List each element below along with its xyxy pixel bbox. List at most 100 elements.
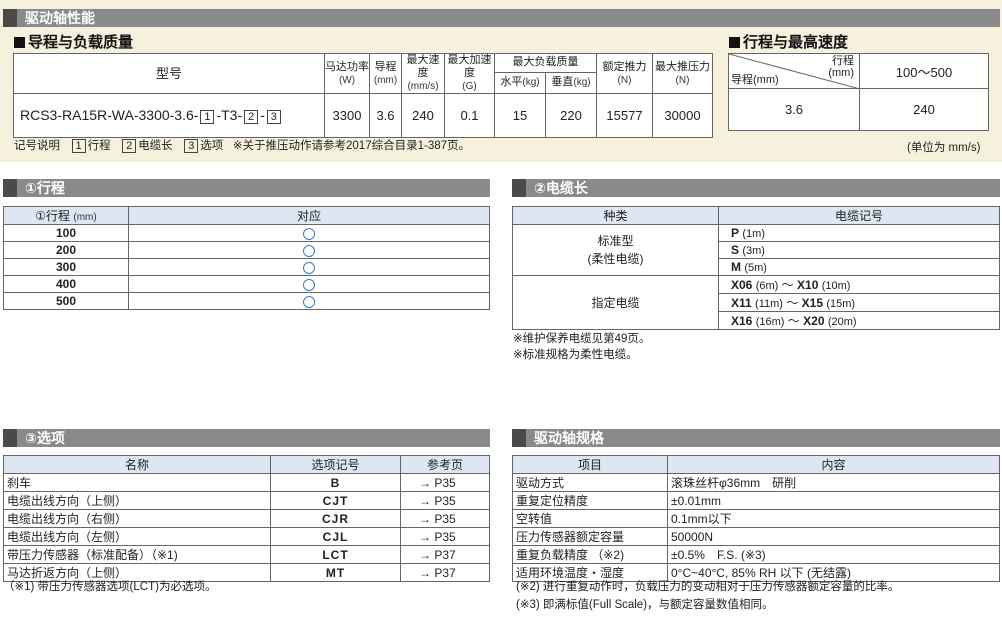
option-table: 名称 选项记号 参考页 刹车 B → P35 电缆出线方向（上侧） CJT → P35 … xyxy=(3,455,490,582)
col-vertical: 垂直(kg) xyxy=(545,71,597,95)
option-code: B xyxy=(270,473,401,492)
lead-value: 3.6 xyxy=(369,93,402,138)
stroke-lead-value: 3.6 xyxy=(728,88,860,131)
spec-content: ±0.5% F.S. (※3) xyxy=(667,545,1000,564)
cable-type-header: 种类 xyxy=(512,206,719,225)
col-max-load: 最大负载质量 xyxy=(494,53,597,73)
drive-performance-title: 驱动轴性能 xyxy=(25,10,95,26)
circle-icon xyxy=(303,261,315,274)
unit-note: (单位为 mm/s) xyxy=(907,142,981,154)
stroke-row: 100 xyxy=(3,224,129,242)
stroke-speed-table: 行程 (mm) 导程(mm) 100～500 3.6 240 xyxy=(728,53,989,131)
max-thrust-value: 30000 xyxy=(652,93,713,138)
option-name: 刹车 xyxy=(3,473,271,492)
stroke-label: 行程 (mm) xyxy=(828,55,854,79)
stroke-row: 300 xyxy=(3,258,129,276)
spec-item: 驱动方式 xyxy=(512,473,668,492)
support-cell xyxy=(128,258,490,276)
stroke-section-bar: ①行程 xyxy=(3,179,490,197)
option-code-header: 选项记号 xyxy=(270,455,401,474)
cable-code: M (5m) xyxy=(718,258,1000,276)
stroke-speed-heading: 行程与最高速度 xyxy=(729,31,848,52)
max-acc-value: 0.1 xyxy=(444,93,495,138)
option-name: 电缆出线方向（右侧） xyxy=(3,509,271,528)
option-ref: → P35 xyxy=(400,509,490,528)
col-max-acc: 最大加速度 (G) xyxy=(444,53,495,94)
square-bullet-icon xyxy=(729,37,740,48)
option-section-bar: ③选项 xyxy=(3,429,490,447)
option-ref: → P37 xyxy=(400,545,490,564)
cable-code: P (1m) xyxy=(718,224,1000,242)
spec-note-1: (※2) 进行重复动作时，负载压力的变动相对于压力传感器额定容量的比率。 xyxy=(516,581,900,593)
option-ref-header: 参考页 xyxy=(400,455,490,474)
spec-item: 重复定位精度 xyxy=(512,491,668,510)
lead-load-table: 型号 马达功率 (W) 导程 (mm) 最大速度 (mm/s) 最大加速度 (G) 最大… xyxy=(13,53,713,138)
support-cell xyxy=(128,224,490,242)
option-ref: → P35 xyxy=(400,473,490,492)
spec-item: 空转值 xyxy=(512,509,668,528)
option-name-header: 名称 xyxy=(3,455,271,474)
col-lead: 导程 (mm) xyxy=(369,53,402,94)
spec-content: 0.1mm以下 xyxy=(667,509,1000,528)
option-code: CJR xyxy=(270,509,401,528)
stroke-row: 500 xyxy=(3,292,129,310)
col-motor: 马达功率 (W) xyxy=(324,53,370,94)
legend: 记号说明 1 行程 2 电缆长 3 选项 ※关于推压动作请参考2017综合目录1-38… xyxy=(14,139,471,153)
stroke-col-header: ①行程 (mm) xyxy=(3,206,129,225)
option-name: 带压力传感器（标准配备）（※1) xyxy=(3,545,271,564)
cable-code-header: 电缆记号 xyxy=(718,206,1000,225)
col-rated-thrust: 额定推力 (N) xyxy=(596,53,653,94)
option-code: MT xyxy=(270,563,401,582)
model-number: RCS3-RA15R-WA-3300-3.6- 1 -T3- 2-3 xyxy=(13,93,325,138)
col-max-speed: 最大速度 (mm/s) xyxy=(401,53,445,94)
lead-load-heading: 导程与负载质量 xyxy=(14,31,133,52)
option-code: CJL xyxy=(270,527,401,546)
option-code: LCT xyxy=(270,545,401,564)
stroke-range: 100～500 xyxy=(859,53,989,89)
spec-item-header: 项目 xyxy=(512,455,668,474)
circle-icon xyxy=(303,278,315,291)
spec-note-2: (※3) 即满标值(Full Scale)，与额定容量数值相同。 xyxy=(516,599,774,611)
lead-label: 导程(mm) xyxy=(731,74,779,86)
circle-icon xyxy=(303,244,315,257)
stroke-speed-value: 240 xyxy=(859,88,989,131)
horizontal-value: 15 xyxy=(494,93,546,138)
cable-table: 种类 电缆记号 标准型 (柔性电缆) P (1m) S (3m) M (5m) 指… xyxy=(512,206,1000,330)
cable-section-bar: ②电缆长 xyxy=(512,179,1000,197)
support-cell xyxy=(128,275,490,293)
col-horizontal: 水平(kg) xyxy=(494,71,546,95)
diagonal-header-cell: 行程 (mm) 导程(mm) xyxy=(728,53,860,89)
option-ref: → P37 xyxy=(400,563,490,582)
spec-content: 滚珠丝杆φ36mm 研削 xyxy=(667,473,1000,492)
support-cell xyxy=(128,241,490,259)
square-bullet-icon xyxy=(14,37,25,48)
vertical-value: 220 xyxy=(545,93,597,138)
max-speed-value: 240 xyxy=(401,93,445,138)
cable-code: X06 (6m) ～ X10 (10m) xyxy=(718,275,1000,294)
circle-icon xyxy=(303,295,315,308)
support-col-header: 对应 xyxy=(128,206,490,225)
option-note: （※1) 带压力传感器选项(LCT)为必选项。 xyxy=(3,581,217,593)
rated-thrust-value: 15577 xyxy=(596,93,653,138)
stroke-table: ①行程 (mm) 对应 100 200 300 400 500 xyxy=(3,206,490,310)
support-cell xyxy=(128,292,490,310)
spec-item: 压力传感器额定容量 xyxy=(512,527,668,546)
stroke-row: 200 xyxy=(3,241,129,259)
spec-table: 项目 内容 驱动方式 滚珠丝杆φ36mm 研削 重复定位精度 ±0.01mm 空转值… xyxy=(512,455,1000,582)
col-max-thrust: 最大推压力 (N) xyxy=(652,53,713,94)
spec-content-header: 内容 xyxy=(667,455,1000,474)
cable-code: X11 (11m) ～ X15 (15m) xyxy=(718,293,1000,312)
drive-performance-bar: 驱动轴性能 xyxy=(3,9,1000,27)
cable-note-2: ※标准规格为柔性电缆。 xyxy=(513,349,638,361)
option-ref: → P35 xyxy=(400,527,490,546)
option-name: 电缆出线方向（上侧） xyxy=(3,491,271,510)
motor-value: 3300 xyxy=(324,93,370,138)
cable-specified: 指定电缆 xyxy=(512,275,719,330)
cable-note-1: ※维护保养电缆见第49页。 xyxy=(513,333,651,345)
cable-code: X16 (16m) ～ X20 (20m) xyxy=(718,311,1000,330)
option-code: CJT xyxy=(270,491,401,510)
cable-standard: 标准型 (柔性电缆) xyxy=(512,224,719,276)
stroke-row: 400 xyxy=(3,275,129,293)
col-model: 型号 xyxy=(13,53,325,94)
spec-section-bar: 驱动轴规格 xyxy=(512,429,1000,447)
